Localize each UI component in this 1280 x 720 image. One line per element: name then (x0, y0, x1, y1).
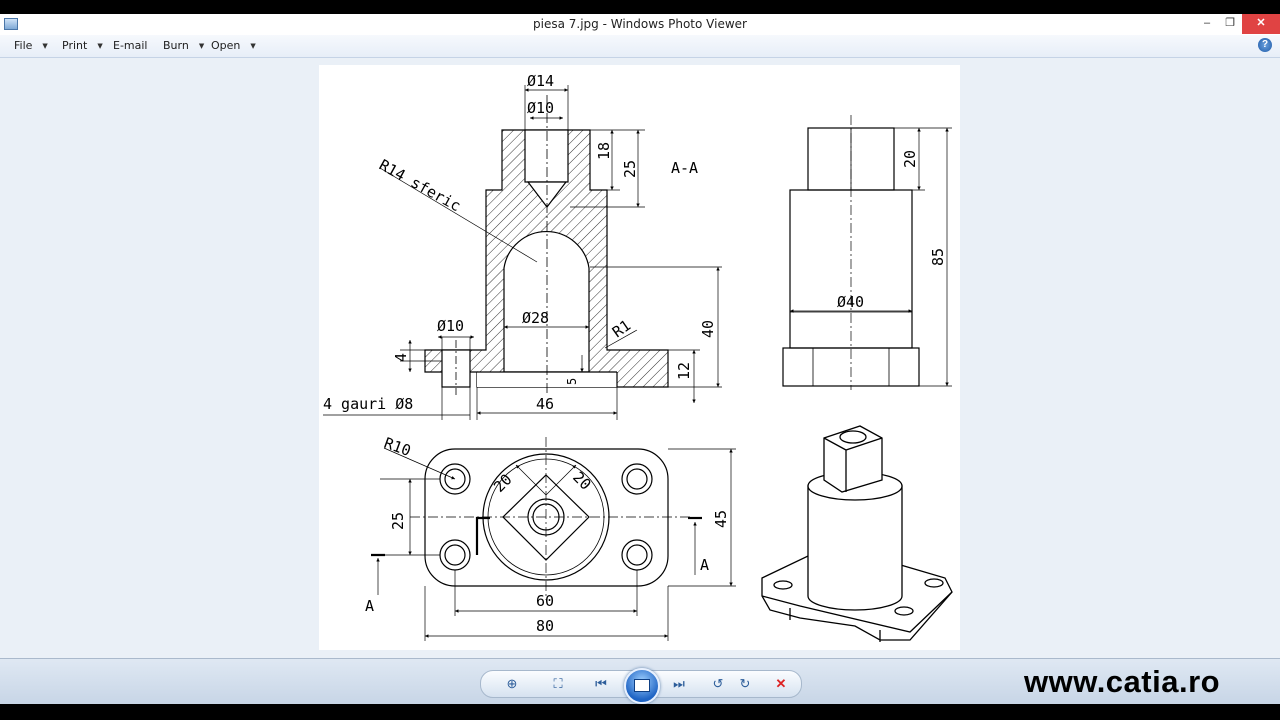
title-bar: piesa 7.jpg - Windows Photo Viewer – ❐ ✕ (0, 14, 1280, 36)
help-icon[interactable]: ? (1258, 38, 1272, 52)
dim-d10-top: Ø10 (527, 99, 554, 117)
menu-burn-label: Burn (163, 39, 189, 52)
dim-d40: Ø40 (837, 293, 864, 311)
side-dimensions (790, 127, 952, 387)
top-bore (524, 129, 569, 183)
screen-bottom-bar (0, 704, 1280, 720)
window-title: piesa 7.jpg - Windows Photo Viewer (533, 17, 747, 31)
iso-cylinder (807, 485, 903, 611)
technical-drawing-image: Ø14 Ø10 18 25 A-A R14 sferic Ø28 R1 40 Ø… (319, 65, 960, 650)
plan-base-outline (424, 448, 669, 587)
slideshow-button[interactable] (624, 668, 660, 704)
menu-open-label: Open (211, 39, 241, 52)
fit-icon[interactable]: ⛶ (547, 674, 569, 694)
maximize-button[interactable]: ❐ (1219, 14, 1241, 34)
previous-icon[interactable]: ⏮ (590, 674, 612, 694)
section-view-a-a (424, 95, 669, 395)
minimize-button[interactable]: – (1196, 14, 1218, 34)
menu-bar: File ▼ Print ▼ E-mail Burn ▼ Open ▼ ? (0, 35, 1280, 58)
menu-file-label: File (14, 39, 33, 52)
next-icon[interactable]: ⏭ (668, 674, 690, 694)
dim-85: 85 (929, 248, 947, 266)
dim-40: 40 (699, 320, 717, 338)
close-button[interactable]: ✕ (1242, 14, 1280, 34)
dim-12: 12 (675, 362, 693, 380)
menu-print-label: Print (62, 39, 88, 52)
dim-5: 5 (565, 378, 579, 385)
dim-4: 4 (392, 353, 410, 362)
watermark-text: www.catia.ro (1024, 664, 1221, 699)
menu-print[interactable]: Print ▼ (62, 39, 103, 52)
menu-file[interactable]: File ▼ (14, 39, 48, 52)
slideshow-icon (634, 679, 650, 692)
dim-60: 60 (536, 592, 554, 610)
dim-r10: R10 (382, 434, 414, 460)
dim-d28: Ø28 (522, 309, 549, 327)
magnifier-icon[interactable]: ⊕ (501, 674, 523, 694)
section-label: A-A (671, 159, 698, 177)
isometric-view (761, 425, 953, 642)
dim-r1: R1 (609, 316, 634, 341)
holes-note: 4 gauri Ø8 (323, 395, 413, 413)
cut-label-a-right: A (700, 556, 709, 574)
dropdown-arrow-icon: ▼ (250, 42, 256, 50)
dim-d14: Ø14 (527, 72, 554, 90)
rotate-ccw-icon[interactable]: ↺ (707, 674, 729, 694)
plan-view (371, 437, 702, 600)
dim-80: 80 (536, 617, 554, 635)
dim-25: 25 (621, 160, 639, 178)
dropdown-arrow-icon: ▼ (97, 42, 103, 50)
side-view (782, 115, 920, 390)
spherical-cavity (503, 231, 590, 373)
menu-burn[interactable]: Burn ▼ (163, 39, 204, 52)
dim-46: 46 (536, 395, 554, 413)
dropdown-arrow-icon: ▼ (198, 42, 205, 50)
cut-label-a-left: A (365, 597, 374, 615)
playback-controls: ⊕ ⛶ ⏮ ⏭ ↺ ↻ ✕ (480, 668, 802, 704)
dropdown-arrow-icon: ▼ (42, 42, 48, 50)
screen-top-bar (0, 0, 1280, 14)
delete-icon[interactable]: ✕ (770, 674, 792, 694)
dim-25-plan: 25 (389, 512, 407, 530)
dim-r14-sferic: R14 sferic (376, 156, 464, 216)
menu-email-label: E-mail (113, 39, 148, 52)
rotate-cw-icon[interactable]: ↻ (734, 674, 756, 694)
image-viewport: Ø14 Ø10 18 25 A-A R14 sferic Ø28 R1 40 Ø… (0, 58, 1280, 658)
dim-18: 18 (595, 142, 613, 160)
menu-email[interactable]: E-mail (113, 39, 148, 52)
menu-open[interactable]: Open ▼ (211, 39, 256, 52)
side-labels: 20 Ø40 85 (837, 150, 947, 311)
dim-45: 45 (712, 510, 730, 528)
plan-dimensions (376, 447, 736, 641)
dim-d10-left: Ø10 (437, 317, 464, 335)
dim-20-side: 20 (901, 150, 919, 168)
